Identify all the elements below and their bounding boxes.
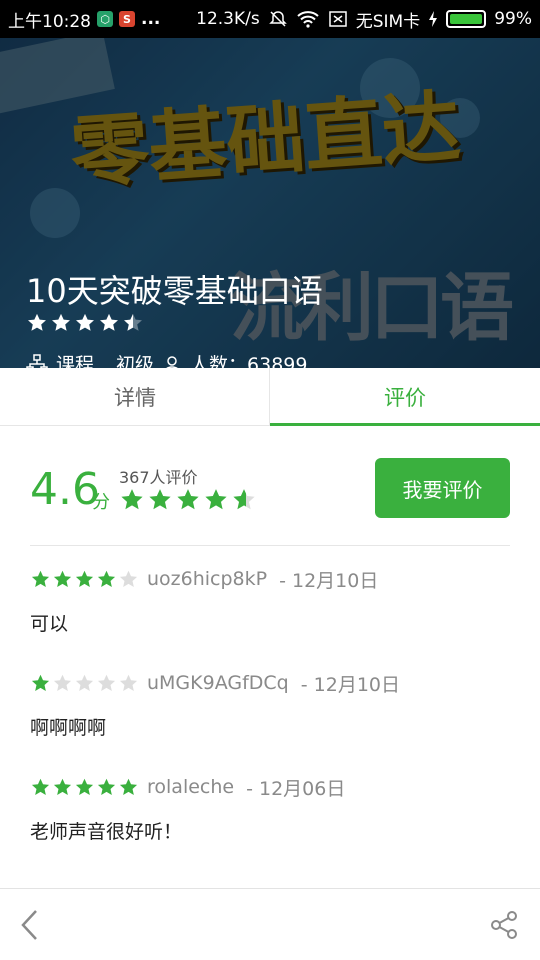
star-icon xyxy=(119,778,138,795)
write-review-button[interactable]: 我要评价 xyxy=(375,458,510,518)
status-bar: 上午10:28 ⬡ S ... 12.3K/s 无SIM卡 99% xyxy=(0,0,540,38)
review-username: rolaleche xyxy=(147,776,235,798)
star-icon xyxy=(97,674,116,691)
status-time: 上午10:28 xyxy=(8,11,91,32)
review-text: 可以 xyxy=(30,613,69,635)
review-username: uoz6hicp8kP xyxy=(147,568,268,590)
notification-app-icon-2: S xyxy=(119,11,135,27)
star-icon xyxy=(119,674,138,691)
star-icon xyxy=(31,674,50,691)
battery-icon xyxy=(446,10,487,28)
network-speed: 12.3K/s xyxy=(196,9,260,29)
review-item: uoz6hicp8kP - 12月10日 可以 xyxy=(30,565,510,669)
category-tree-icon xyxy=(26,353,48,368)
star-icon xyxy=(31,570,50,587)
share-icon[interactable] xyxy=(488,909,520,941)
review-date: - 12月06日 xyxy=(246,777,346,800)
star-icon xyxy=(75,570,94,587)
star-icon xyxy=(100,313,118,331)
no-sim-icon xyxy=(328,11,347,27)
charging-icon xyxy=(429,11,438,27)
star-icon xyxy=(119,570,138,587)
star-icon xyxy=(233,489,255,510)
review-stars xyxy=(30,673,139,694)
star-icon xyxy=(75,778,94,795)
star-icon xyxy=(52,313,70,331)
star-icon xyxy=(75,674,94,691)
review-count: 367人评价 xyxy=(119,468,198,487)
bottom-toolbar xyxy=(0,888,540,960)
star-icon xyxy=(205,489,227,510)
star-icon xyxy=(149,489,171,510)
back-arrow-icon[interactable] xyxy=(14,907,44,943)
review-date: - 12月10日 xyxy=(279,569,379,592)
review-text: 老师声音很好听！ xyxy=(30,821,183,843)
star-icon xyxy=(53,778,72,795)
star-icon xyxy=(28,313,46,331)
battery-percent: 99% xyxy=(494,9,532,29)
star-icon xyxy=(53,570,72,587)
review-item: uMGK9AGfDCq - 12月10日 啊啊啊啊 xyxy=(30,669,510,773)
review-text: 啊啊啊啊 xyxy=(30,717,107,739)
review-stars xyxy=(30,777,139,798)
notification-app-icon: ⬡ xyxy=(97,11,113,27)
star-icon xyxy=(124,313,142,331)
star-icon xyxy=(97,570,116,587)
course-category: 课程 xyxy=(56,354,95,368)
review-stars xyxy=(30,569,139,590)
star-icon xyxy=(177,489,199,510)
course-title: 10天突破零基础口语 xyxy=(26,272,323,310)
course-learners: 人数：63899 xyxy=(190,354,308,368)
person-icon xyxy=(165,355,179,368)
star-icon xyxy=(31,778,50,795)
silent-bell-icon xyxy=(268,11,287,27)
review-list: uoz6hicp8kP - 12月10日 可以 uMGK9AGfDCq - 12… xyxy=(30,565,510,877)
wifi-icon xyxy=(297,11,319,28)
tab-bar: 详情 评价 xyxy=(0,368,540,426)
review-username: uMGK9AGfDCq xyxy=(147,672,289,694)
course-rating-stars xyxy=(26,312,144,334)
more-notifications-icon: ... xyxy=(141,9,161,29)
course-banner: 零基础直达 流利口语 10天突破零基础口语 课程 初级 人数：63899 xyxy=(0,38,540,368)
tab-reviews[interactable]: 评价 xyxy=(270,368,540,426)
sim-status: 无SIM卡 xyxy=(355,11,421,32)
rating-summary: 4.6 分 367人评价 我要评价 xyxy=(30,456,510,546)
review-date: - 12月10日 xyxy=(300,673,400,696)
course-level: 初级 xyxy=(116,354,155,368)
course-meta: 课程 初级 人数：63899 xyxy=(26,350,307,368)
tab-details[interactable]: 详情 xyxy=(0,368,270,425)
review-item: rolaleche - 12月06日 老师声音很好听！ xyxy=(30,773,510,877)
tab-divider xyxy=(269,368,270,426)
star-icon xyxy=(76,313,94,331)
score-unit: 分 xyxy=(92,492,110,513)
average-score: 4.6 xyxy=(30,464,100,515)
star-icon xyxy=(53,674,72,691)
average-rating-stars xyxy=(119,487,257,513)
star-icon xyxy=(97,778,116,795)
star-icon xyxy=(121,489,143,510)
